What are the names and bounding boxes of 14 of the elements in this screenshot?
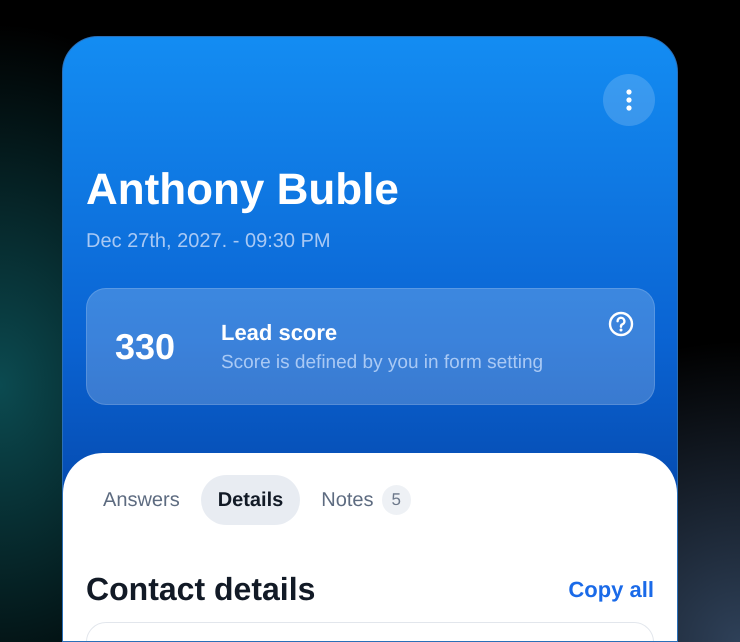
contact-name: Anthony Buble <box>86 164 400 216</box>
tab[interactable]: Notes 5 <box>304 475 428 525</box>
help-icon[interactable] <box>608 311 634 337</box>
count-badge: 5 <box>382 485 412 515</box>
tab[interactable]: Details <box>200 475 300 525</box>
lead-score-value: 330 <box>115 326 176 368</box>
copy-all-link[interactable]: Copy all <box>568 576 654 602</box>
contact-date: Dec 27th, 2027. - 09:30 PM <box>86 230 332 253</box>
lead-score-description: Score is defined by you in form setting <box>221 352 544 374</box>
lead-score-title: Lead score <box>221 320 338 346</box>
more-button[interactable] <box>603 74 655 126</box>
more-icon <box>626 89 632 111</box>
tab[interactable]: Answers <box>86 475 197 525</box>
section-title: Contact details <box>86 571 316 608</box>
